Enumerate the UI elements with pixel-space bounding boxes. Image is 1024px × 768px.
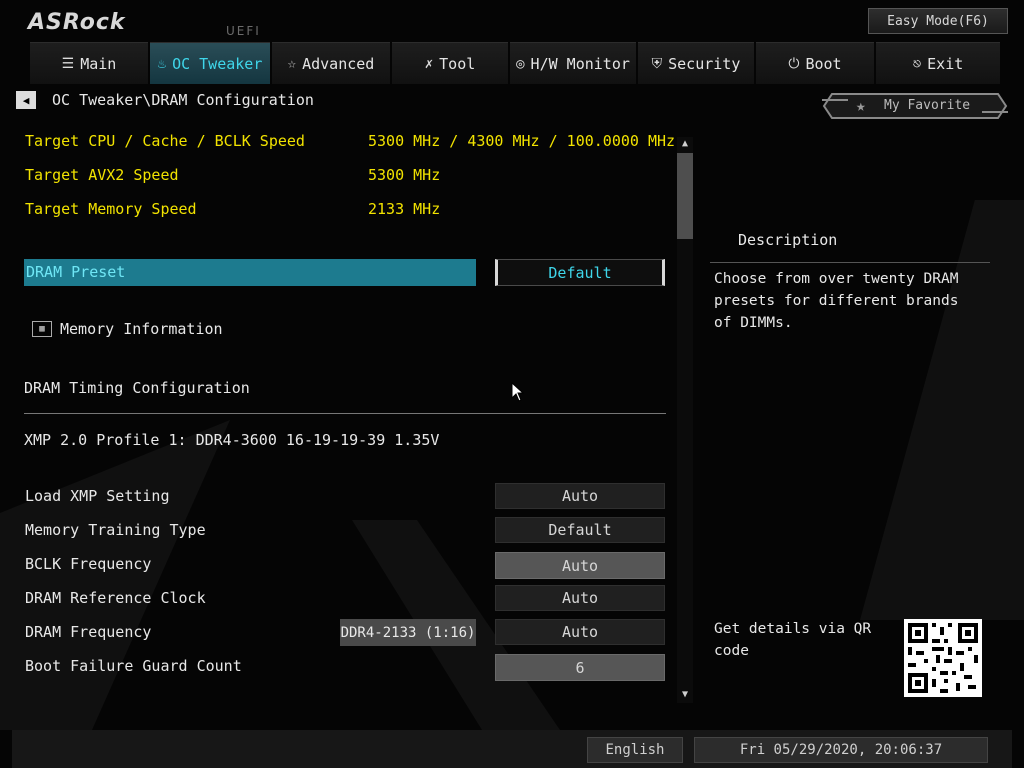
datetime-display: Fri 05/29/2020, 20:06:37 xyxy=(694,737,988,763)
target-cpu-value: 5300 MHz / 4300 MHz / 100.0000 MHz xyxy=(368,132,676,150)
qr-code xyxy=(904,619,982,697)
bclk-frequency-label: BCLK Frequency xyxy=(25,555,152,573)
target-memory-value: 2133 MHz xyxy=(368,200,441,218)
dram-reference-clock-label: DRAM Reference Clock xyxy=(25,589,206,607)
description-divider xyxy=(710,262,990,263)
memory-training-label: Memory Training Type xyxy=(25,521,206,539)
qr-code-caption: Get details via QR code xyxy=(714,621,872,659)
scroll-up-arrow-icon[interactable]: ▲ xyxy=(677,137,693,151)
list-icon: ☰ xyxy=(61,55,75,72)
tab-oc-tweaker[interactable]: ♨ OC Tweaker xyxy=(150,42,270,84)
scroll-down-arrow-icon[interactable]: ▼ xyxy=(677,688,693,702)
xmp-profile-info: XMP 2.0 Profile 1: DDR4-3600 16-19-19-39… xyxy=(24,431,440,449)
memory-information-link[interactable]: Memory Information xyxy=(60,320,223,338)
dram-frequency-label: DRAM Frequency xyxy=(25,623,152,641)
star-icon: ☆ xyxy=(287,55,297,72)
tab-exit[interactable]: ⎋ Exit xyxy=(876,42,1000,84)
uefi-badge: UEFI xyxy=(226,24,261,38)
dram-preset-label: DRAM Preset xyxy=(26,263,126,281)
memory-training-select[interactable]: Default xyxy=(495,517,665,543)
boot-failure-guard-input[interactable]: 6 xyxy=(495,654,665,681)
background-shape xyxy=(0,420,230,730)
dram-reference-clock-select[interactable]: Auto xyxy=(495,585,665,611)
memory-module-icon: ▦ xyxy=(32,321,52,337)
tab-main[interactable]: ☰ Main xyxy=(30,42,148,84)
star-icon: ★ xyxy=(856,96,866,115)
description-text: Choose from over twenty DRAM presets for… xyxy=(714,271,959,331)
tab-boot[interactable]: ⏻ Boot xyxy=(756,42,874,84)
tab-tool[interactable]: ✗ Tool xyxy=(392,42,508,84)
boot-failure-guard-label: Boot Failure Guard Count xyxy=(25,657,242,675)
main-tabs: ☰ Main ♨ OC Tweaker ☆ Advanced ✗ Tool ◎ H/W M… xyxy=(30,42,1006,84)
load-xmp-select[interactable]: Auto xyxy=(495,483,665,509)
target-avx2-value: 5300 MHz xyxy=(368,166,441,184)
my-favorite-label: My Favorite xyxy=(884,98,971,113)
bclk-frequency-input[interactable]: Auto xyxy=(495,552,665,579)
scrollbar-thumb[interactable] xyxy=(677,153,693,239)
exit-icon: ⎋ xyxy=(912,55,922,72)
target-cpu-label: Target CPU / Cache / BCLK Speed xyxy=(25,132,305,150)
tab-hw-monitor[interactable]: ◎ H/W Monitor xyxy=(510,42,636,84)
dram-frequency-current: DDR4-2133 (1:16) xyxy=(340,619,476,646)
section-divider xyxy=(24,413,666,414)
dram-frequency-select[interactable]: Auto xyxy=(495,619,665,645)
back-arrow-icon: ◀ xyxy=(22,93,30,107)
back-button[interactable]: ◀ xyxy=(16,91,36,109)
background-shape xyxy=(860,200,1024,620)
target-avx2-label: Target AVX2 Speed xyxy=(25,166,179,184)
monitor-icon: ◎ xyxy=(516,55,525,72)
dram-timing-title: DRAM Timing Configuration xyxy=(24,379,250,397)
target-memory-label: Target Memory Speed xyxy=(25,200,197,218)
language-button[interactable]: English xyxy=(587,737,683,763)
rocket-icon: ♨ xyxy=(157,55,167,72)
tools-icon: ✗ xyxy=(424,55,434,72)
brand-logo: ASRock xyxy=(28,10,126,35)
shield-icon: ⛨ xyxy=(651,55,663,72)
description-title: Description xyxy=(738,231,838,249)
tab-advanced[interactable]: ☆ Advanced xyxy=(272,42,390,84)
power-icon: ⏻ xyxy=(788,55,800,72)
easy-mode-button[interactable]: Easy Mode(F6) xyxy=(868,8,1008,34)
dram-preset-select[interactable]: Default xyxy=(495,259,665,286)
load-xmp-label: Load XMP Setting xyxy=(25,487,170,505)
tab-security[interactable]: ⛨ Security xyxy=(638,42,754,84)
mouse-cursor-icon xyxy=(511,382,525,402)
breadcrumb: OC Tweaker\DRAM Configuration xyxy=(52,91,314,109)
